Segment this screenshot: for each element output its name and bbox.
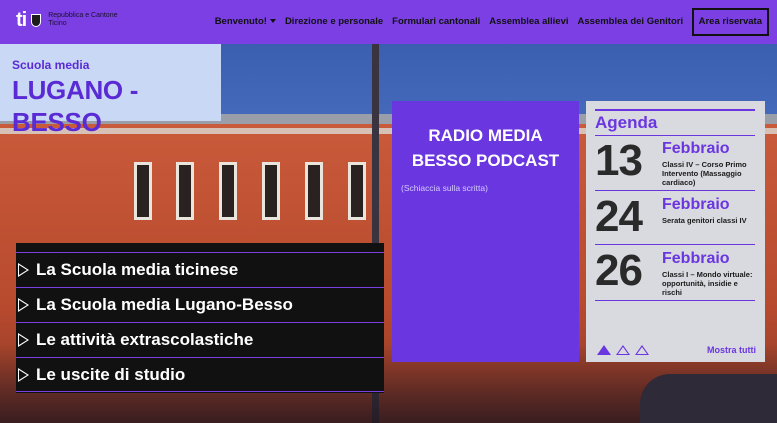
show-all-link[interactable]: Mostra tutti <box>707 345 756 355</box>
school-title-box[interactable]: Scuola media LUGANO -BESSO <box>0 44 221 137</box>
nav-item-area-riservata[interactable]: Area riservata <box>691 8 769 36</box>
event-day: 13 <box>595 136 643 185</box>
event-description: Serata genitori classi IV <box>662 216 747 225</box>
triangle-right-outline-icon <box>18 367 29 382</box>
triangle-up-filled-icon[interactable] <box>597 345 611 355</box>
nav-item-assemblea-genitori[interactable]: Assemblea dei Genitori <box>573 8 688 36</box>
building-window <box>176 162 194 220</box>
triangle-right-outline-icon <box>18 263 29 277</box>
event-description: Classi IV – Corso Primo Intervento (Mass… <box>662 160 747 187</box>
triangle-up-outline-icon[interactable] <box>616 345 630 355</box>
nav-item-assemblea-allievi[interactable]: Assemblea allievi <box>485 8 573 36</box>
agenda-event[interactable]: 24 Febbraio Serata genitori classi IV <box>595 193 755 245</box>
menu-item-uscite-studio[interactable]: Le uscite di studio <box>16 357 384 392</box>
agenda-title: Agenda <box>595 109 755 136</box>
menu-item-scuola-lugano-besso[interactable]: La Scuola media Lugano-Besso <box>16 287 384 322</box>
logo-mark: ti <box>16 9 27 31</box>
school-name: LUGANO -BESSO <box>12 75 139 137</box>
event-month: Febbraio <box>662 140 730 157</box>
triangle-right-outline-icon <box>18 333 29 347</box>
building-window <box>134 162 152 220</box>
triangle-right-outline-icon <box>18 298 29 312</box>
menu-item-attivita-extrascolastiche[interactable]: Le attività extrascolastiche <box>16 322 384 357</box>
logo-text-line1: Repubblica e Cantone <box>48 12 118 19</box>
event-month: Febbraio <box>662 196 730 213</box>
site-header: ti Repubblica e Cantone Ticino Benvenuto… <box>0 0 777 44</box>
podcast-title-line1: RADIO MEDIA <box>428 126 543 145</box>
event-day: 24 <box>595 192 643 241</box>
building-window <box>219 162 237 220</box>
section-menu: La Scuola media ticinese La Scuola media… <box>16 243 384 393</box>
main-nav: Benvenuto! Direzione e personale Formula… <box>210 8 769 36</box>
podcast-hint: (Schiaccia sulla scritta) <box>401 183 488 193</box>
canton-logo[interactable]: ti Repubblica e Cantone Ticino <box>16 10 118 30</box>
building-window <box>262 162 280 220</box>
nav-item-formulari[interactable]: Formulari cantonali <box>388 8 485 36</box>
menu-item-label: La Scuola media Lugano-Besso <box>36 295 293 314</box>
event-day: 26 <box>595 246 643 295</box>
nav-item-direzione[interactable]: Direzione e personale <box>280 8 387 36</box>
menu-item-label: Le attività extrascolastiche <box>36 330 254 349</box>
chevron-down-icon <box>269 19 276 24</box>
triangle-up-outline-icon[interactable] <box>635 345 649 355</box>
podcast-title[interactable]: RADIO MEDIA BESSO PODCAST <box>392 123 579 173</box>
podcast-panel[interactable]: RADIO MEDIA BESSO PODCAST (Schiaccia sul… <box>392 101 579 362</box>
menu-item-label: La Scuola media ticinese <box>36 260 239 279</box>
agenda-panel: Agenda 13 Febbraio Classi IV – Corso Pri… <box>586 101 765 362</box>
agenda-event[interactable]: 26 Febbraio Classi I – Mondo virtuale: o… <box>595 247 755 301</box>
event-description: Classi I – Mondo virtuale: opportunità, … <box>662 270 753 297</box>
nav-item-benvenuto[interactable]: Benvenuto! <box>210 8 280 36</box>
school-subtitle: Scuola media <box>12 58 90 72</box>
agenda-event[interactable]: 13 Febbraio Classi IV – Corso Primo Inte… <box>595 137 755 191</box>
menu-item-label: Le uscite di studio <box>36 364 186 384</box>
building-window <box>305 162 323 220</box>
shield-icon <box>31 13 42 27</box>
trees-silhouette <box>640 374 777 423</box>
event-month: Febbraio <box>662 250 730 267</box>
logo-text-line2: Ticino <box>48 20 67 27</box>
logo-text: Repubblica e Cantone Ticino <box>48 12 117 28</box>
podcast-title-line2: BESSO PODCAST <box>411 151 560 170</box>
building-window <box>348 162 366 220</box>
menu-item-scuola-ticinese[interactable]: La Scuola media ticinese <box>16 252 384 287</box>
nav-label: Benvenuto! <box>214 16 267 27</box>
agenda-pager <box>597 345 649 355</box>
